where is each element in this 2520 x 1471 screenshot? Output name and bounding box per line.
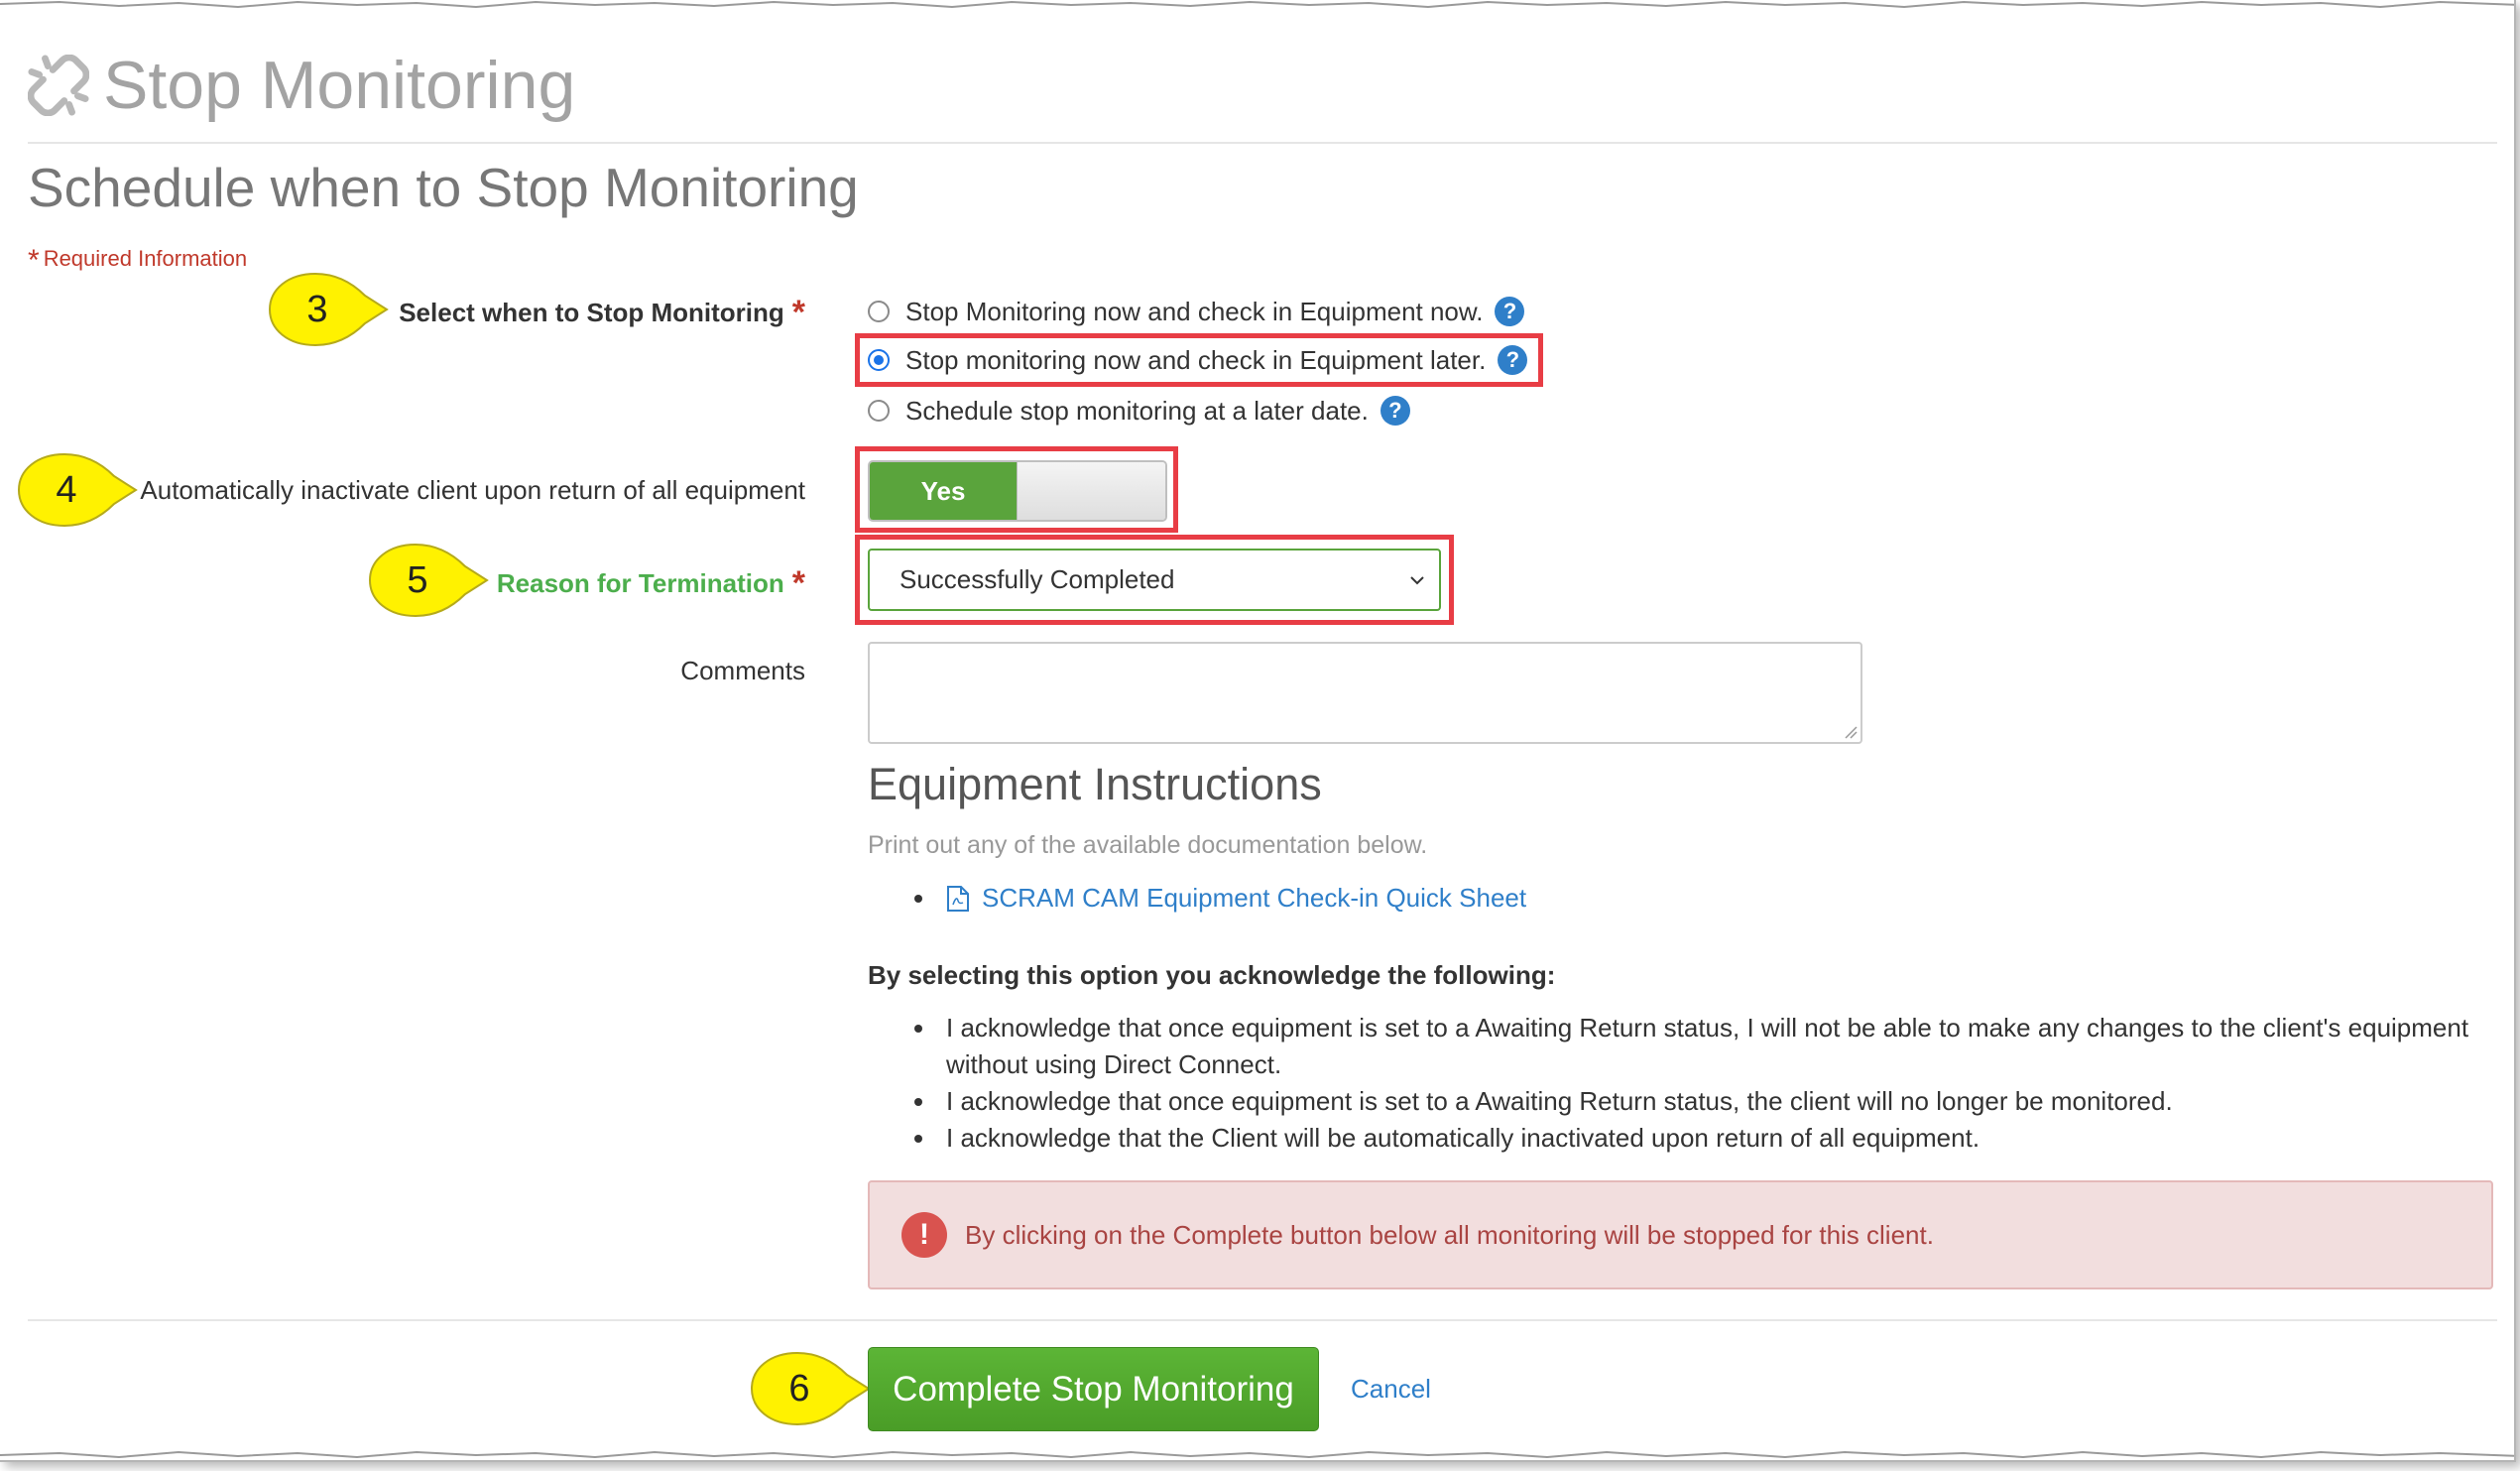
radio-label: Schedule stop monitoring at a later date…: [905, 395, 1369, 426]
radio-schedule-later[interactable]: Schedule stop monitoring at a later date…: [868, 391, 1410, 430]
radio-stop-now-checkin-later[interactable]: Stop monitoring now and check in Equipme…: [868, 340, 1528, 380]
required-star: *: [791, 564, 805, 602]
radio-button[interactable]: [868, 400, 890, 422]
cancel-link[interactable]: Cancel: [1351, 1374, 1431, 1405]
equipment-instructions-title: Equipment Instructions: [868, 759, 1322, 809]
stop-when-label-text: Select when to Stop Monitoring: [399, 298, 784, 327]
list-item: I acknowledge that the Client will be au…: [914, 1120, 2491, 1157]
stop-when-label: Select when to Stop Monitoring *: [399, 294, 805, 332]
header-divider: [28, 142, 2497, 144]
callout-number-5: 5: [407, 558, 428, 601]
bullet: [914, 1025, 922, 1033]
equipment-instructions-subtitle: Print out any of the available documenta…: [868, 831, 1428, 859]
acknowledge-title: By selecting this option you acknowledge…: [868, 960, 1556, 990]
torn-edge-top: [0, 0, 2514, 9]
exclamation-icon: !: [901, 1212, 947, 1258]
acknowledge-list: I acknowledge that once equipment is set…: [914, 1010, 2491, 1157]
bullet: [914, 894, 922, 903]
footer-divider: [28, 1319, 2497, 1321]
doc-link-item[interactable]: SCRAM CAM Equipment Check-in Quick Sheet: [914, 883, 1526, 914]
radio-label: Stop Monitoring now and check in Equipme…: [905, 296, 1484, 326]
bullet: [914, 1098, 922, 1106]
radio-button[interactable]: [868, 301, 890, 322]
acknowledge-item-text: I acknowledge that once equipment is set…: [946, 1013, 2469, 1079]
auto-inactivate-label: Automatically inactivate client upon ret…: [140, 475, 805, 505]
help-icon[interactable]: ?: [1498, 345, 1528, 375]
toggle-yes[interactable]: Yes: [870, 462, 1017, 520]
required-info: * Required Information: [28, 244, 247, 278]
resize-handle-icon[interactable]: [1844, 725, 1858, 739]
broken-link-icon: [28, 55, 89, 116]
acknowledge-item-text: I acknowledge that the Client will be au…: [946, 1123, 1980, 1153]
acknowledge-item-text: I acknowledge that once equipment is set…: [946, 1086, 2173, 1116]
radio-label: Stop monitoring now and check in Equipme…: [905, 344, 1487, 375]
auto-inactivate-toggle[interactable]: Yes: [868, 460, 1167, 522]
reason-selected-value: Successfully Completed: [900, 564, 1175, 594]
required-star: *: [28, 244, 40, 277]
reason-label: Reason for Termination *: [497, 564, 805, 603]
reason-label-text: Reason for Termination: [496, 568, 784, 598]
callout-number-3: 3: [306, 288, 328, 330]
callout-number-6: 6: [788, 1367, 810, 1410]
screenshot-frame: Stop Monitoring Schedule when to Stop Mo…: [0, 0, 2516, 1462]
radio-stop-now-checkin-now[interactable]: Stop Monitoring now and check in Equipme…: [868, 292, 1525, 331]
section-title: Schedule when to Stop Monitoring: [28, 157, 859, 218]
bullet: [914, 1135, 922, 1143]
chevron-down-icon: [1410, 576, 1424, 585]
doc-link[interactable]: SCRAM CAM Equipment Check-in Quick Sheet: [982, 883, 1526, 914]
help-icon[interactable]: ?: [1380, 396, 1410, 426]
warning-alert: ! By clicking on the Complete button bel…: [868, 1180, 2493, 1289]
page-header: Stop Monitoring: [28, 44, 575, 127]
comments-textarea[interactable]: [868, 642, 1862, 744]
comments-label: Comments: [680, 656, 805, 685]
help-icon[interactable]: ?: [1495, 297, 1525, 326]
complete-stop-monitoring-button[interactable]: Complete Stop Monitoring: [868, 1347, 1319, 1431]
list-item: I acknowledge that once equipment is set…: [914, 1010, 2491, 1083]
toggle-handle[interactable]: [1017, 462, 1165, 520]
reason-select[interactable]: Successfully Completed: [868, 549, 1441, 611]
required-info-label: Required Information: [43, 246, 248, 271]
torn-edge-bottom: [0, 1450, 2514, 1459]
alert-text: By clicking on the Complete button below…: [965, 1219, 1934, 1250]
page-title: Stop Monitoring: [103, 48, 576, 123]
required-star: *: [791, 294, 805, 331]
pdf-file-icon: [947, 885, 969, 912]
list-item: I acknowledge that once equipment is set…: [914, 1083, 2491, 1120]
callout-number-4: 4: [56, 468, 77, 511]
radio-button-selected[interactable]: [868, 349, 890, 371]
